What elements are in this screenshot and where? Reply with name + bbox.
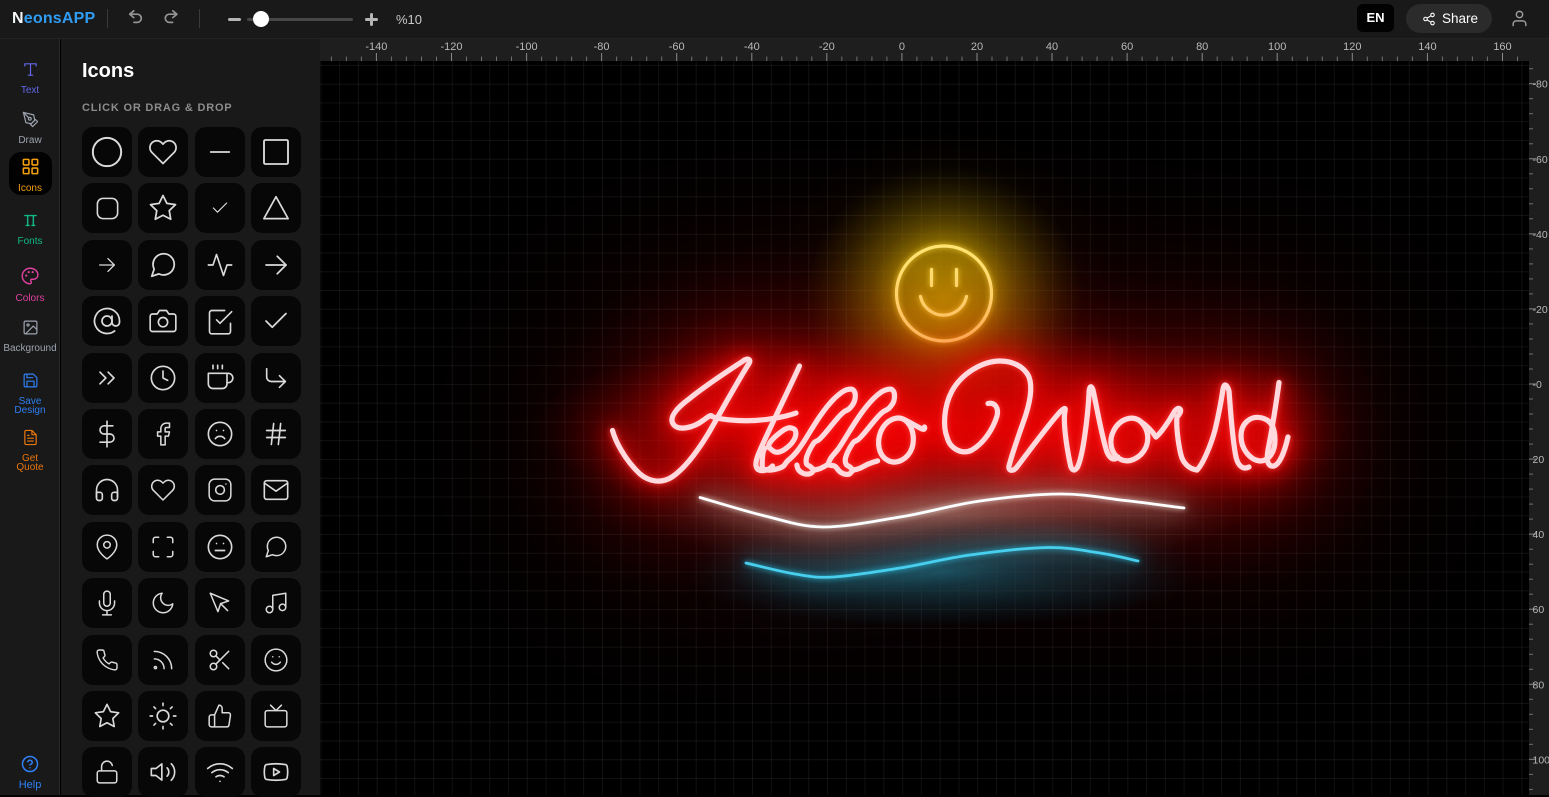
svg-text:80: 80 — [1196, 41, 1208, 53]
svg-text:-20: -20 — [1533, 304, 1548, 316]
svg-text:-140: -140 — [365, 41, 387, 53]
svg-text:100: 100 — [1533, 754, 1549, 766]
svg-text:100: 100 — [1268, 41, 1286, 53]
svg-text:-0: -0 — [1533, 379, 1542, 391]
svg-text:160: 160 — [1493, 41, 1511, 53]
svg-text:20: 20 — [971, 41, 983, 53]
svg-text:-20: -20 — [819, 41, 835, 53]
svg-text:-40: -40 — [744, 41, 760, 53]
svg-text:0: 0 — [899, 41, 905, 53]
svg-text:40: 40 — [1046, 41, 1058, 53]
svg-text:-80: -80 — [594, 41, 610, 53]
svg-text:-100: -100 — [516, 41, 538, 53]
svg-text:-40: -40 — [1533, 229, 1548, 241]
svg-text:-120: -120 — [440, 41, 462, 53]
svg-text:-80: -80 — [1533, 79, 1548, 91]
svg-text:-60: -60 — [1533, 154, 1548, 166]
svg-text:120: 120 — [1343, 41, 1361, 53]
svg-text:-60: -60 — [669, 41, 685, 53]
svg-text:60: 60 — [1121, 41, 1133, 53]
svg-text:80: 80 — [1533, 679, 1545, 691]
svg-text:140: 140 — [1418, 41, 1436, 53]
svg-text:20: 20 — [1533, 454, 1545, 466]
svg-text:60: 60 — [1533, 604, 1545, 616]
svg-text:40: 40 — [1533, 529, 1545, 541]
